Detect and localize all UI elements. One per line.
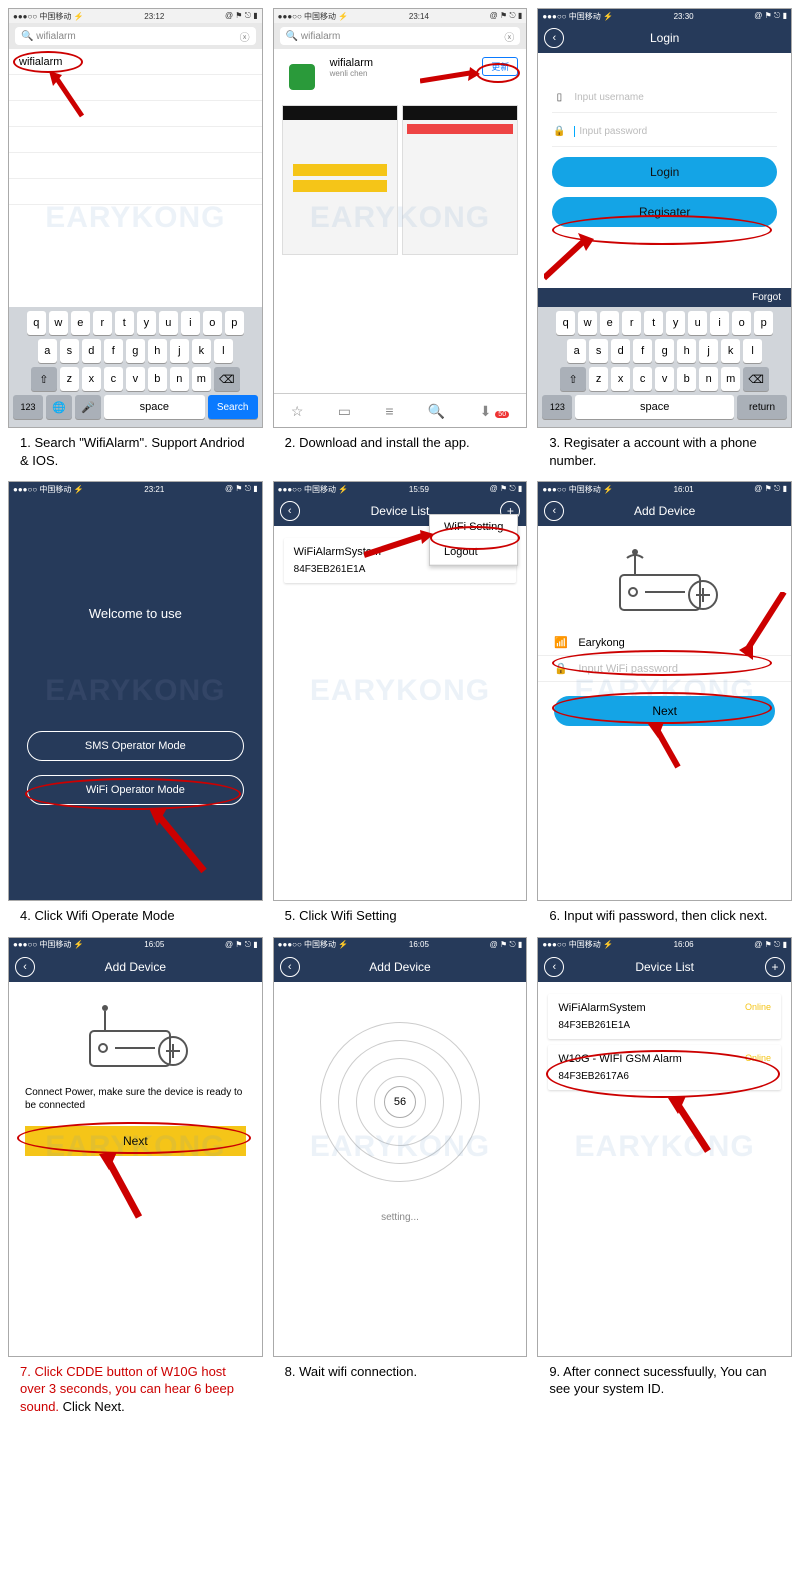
instruction-grid: ●●●○○ 中国移动 ⚡ 23:12 @ ⚑ ⎋ ▮ 🔍 wifialarmⓧ … [0, 0, 800, 1425]
wifi-password-field[interactable]: 🔒Input WiFi password [538, 656, 791, 682]
phone-icon: ▯ [552, 92, 566, 103]
phone-1: ●●●○○ 中国移动 ⚡ 23:12 @ ⚑ ⎋ ▮ 🔍 wifialarmⓧ … [8, 8, 263, 428]
caption-8: 8. Wait wifi connection. [273, 1357, 528, 1383]
page-title: Device List [371, 504, 430, 518]
watermark: EARYKONG [45, 201, 225, 235]
tab-bar[interactable]: ☆ ▭ ≡ 🔍 ⬇ 50 [274, 393, 527, 427]
logout-item[interactable]: Logout [430, 540, 517, 565]
back-icon[interactable]: ‹ [15, 957, 35, 977]
phone-3: ●●●○○ 中国移动 ⚡23:30@ ⚑ ⎋ ▮ ‹Login ▯Input u… [537, 8, 792, 428]
caption-6: 6. Input wifi password, then click next. [537, 901, 792, 927]
password-field[interactable]: 🔒Input password [552, 117, 777, 147]
search-header: 🔍 wifialarmⓧ [9, 23, 262, 49]
username-field[interactable]: ▯Input username [552, 83, 777, 113]
wifi-setting-item[interactable]: WiFi Setting [430, 515, 517, 540]
caption-1: 1. Search "WifiAlarm". Support Andriod &… [8, 428, 263, 471]
register-button[interactable]: Regisater [552, 197, 777, 227]
wifi-icon: 📶 [554, 636, 570, 649]
search-input[interactable]: 🔍 wifialarmⓧ [15, 27, 256, 45]
caption-4: 4. Click Wifi Operate Mode [8, 901, 263, 927]
phone-9: ●●●○○ 中国移动 ⚡16:06@ ⚑ ⎋ ▮ ‹Device List+ W… [537, 937, 792, 1357]
step-2: ●●●○○ 中国移动 ⚡23:14@ ⚑ ⎋ ▮ 🔍 wifialarmⓧ wi… [273, 8, 528, 471]
router-icon [605, 540, 725, 620]
step-1: ●●●○○ 中国移动 ⚡ 23:12 @ ⚑ ⎋ ▮ 🔍 wifialarmⓧ … [8, 8, 263, 471]
connect-message: Connect Power, make sure the device is r… [9, 1086, 262, 1112]
step-6: ●●●○○ 中国移动 ⚡16:01@ ⚑ ⎋ ▮ ‹Add Device 📶Ea… [537, 481, 792, 927]
next-button[interactable]: Next [554, 696, 775, 726]
update-button[interactable]: 更新 [482, 57, 518, 76]
caption-7: 7. Click CDDE button of W10G host over 3… [8, 1357, 263, 1418]
router-icon [75, 996, 195, 1076]
keyboard[interactable]: qwertyuiop asdfghjkl ⇧zxcvbnm⌫ 123🌐🎤spac… [9, 307, 262, 427]
radar-progress: 56 setting... [274, 982, 527, 1356]
phone-4: ●●●○○ 中国移动 ⚡23:21@ ⚑ ⎋ ▮ Welcome to use … [8, 481, 263, 901]
lock-icon: 🔒 [554, 662, 570, 675]
screenshot-previews [274, 105, 527, 255]
ssid-row: 📶Earykong [538, 630, 791, 656]
caption-2: 2. Download and install the app. [273, 428, 528, 454]
step-5: ●●●○○ 中国移动 ⚡15:59@ ⚑ ⎋ ▮ ‹Device List+ W… [273, 481, 528, 927]
lock-icon: 🔒 [552, 126, 566, 137]
phone-5: ●●●○○ 中国移动 ⚡15:59@ ⚑ ⎋ ▮ ‹Device List+ W… [273, 481, 528, 901]
add-icon[interactable]: + [765, 957, 785, 977]
app-header: wifialarmwenli chen 更新 [274, 49, 527, 105]
back-icon[interactable]: ‹ [544, 957, 564, 977]
step-3: ●●●○○ 中国移动 ⚡23:30@ ⚑ ⎋ ▮ ‹Login ▯Input u… [537, 8, 792, 471]
nav-header: ‹Login [538, 23, 791, 53]
back-icon[interactable]: ‹ [280, 957, 300, 977]
caption-5: 5. Click Wifi Setting [273, 901, 528, 927]
statusbar: ●●●○○ 中国移动 ⚡ 23:12 @ ⚑ ⎋ ▮ [9, 9, 262, 23]
caption-3: 3. Regisater a account with a phone numb… [537, 428, 792, 471]
setting-label: setting... [381, 1212, 419, 1223]
app-icon [282, 57, 322, 97]
login-button[interactable]: Login [552, 157, 777, 187]
back-icon[interactable]: ‹ [280, 501, 300, 521]
forgot-link[interactable]: Forgot [538, 288, 791, 307]
search-input[interactable]: 🔍 wifialarmⓧ [280, 27, 521, 45]
phone-6: ●●●○○ 中国移动 ⚡16:01@ ⚑ ⎋ ▮ ‹Add Device 📶Ea… [537, 481, 792, 901]
welcome-title: Welcome to use [89, 606, 182, 621]
step-7: ●●●○○ 中国移动 ⚡16:05@ ⚑ ⎋ ▮ ‹Add Device Con… [8, 937, 263, 1418]
back-icon[interactable]: ‹ [544, 501, 564, 521]
progress-value: 56 [384, 1086, 416, 1118]
search-result[interactable]: wifialarm [9, 49, 262, 75]
phone-2: ●●●○○ 中国移动 ⚡23:14@ ⚑ ⎋ ▮ 🔍 wifialarmⓧ wi… [273, 8, 528, 428]
device-card[interactable]: WiFiAlarmSystem 84F3EB261E1A Online [548, 994, 781, 1039]
wifi-mode-button[interactable]: WiFi Operator Mode [27, 775, 244, 805]
search-key[interactable]: Search [208, 395, 258, 419]
phone-8: ●●●○○ 中国移动 ⚡16:05@ ⚑ ⎋ ▮ ‹Add Device 56 … [273, 937, 528, 1357]
back-icon[interactable]: ‹ [544, 28, 564, 48]
phone-7: ●●●○○ 中国移动 ⚡16:05@ ⚑ ⎋ ▮ ‹Add Device Con… [8, 937, 263, 1357]
step-8: ●●●○○ 中国移动 ⚡16:05@ ⚑ ⎋ ▮ ‹Add Device 56 … [273, 937, 528, 1418]
keyboard[interactable]: qwertyuiop asdfghjkl ⇧zxcvbnm⌫ 123spacer… [538, 307, 791, 427]
caption-9: 9. After connect sucessfuully, You can s… [537, 1357, 792, 1400]
step-4: ●●●○○ 中国移动 ⚡23:21@ ⚑ ⎋ ▮ Welcome to use … [8, 481, 263, 927]
device-card-new[interactable]: W10G - WIFI GSM Alarm 84F3EB2617A6 Onlin… [548, 1045, 781, 1090]
next-button[interactable]: Next [25, 1126, 246, 1156]
dropdown-menu: WiFi Setting Logout [429, 514, 518, 566]
page-title: Add Device [634, 504, 695, 518]
sms-mode-button[interactable]: SMS Operator Mode [27, 731, 244, 761]
step-9: ●●●○○ 中国移动 ⚡16:06@ ⚑ ⎋ ▮ ‹Device List+ W… [537, 937, 792, 1418]
